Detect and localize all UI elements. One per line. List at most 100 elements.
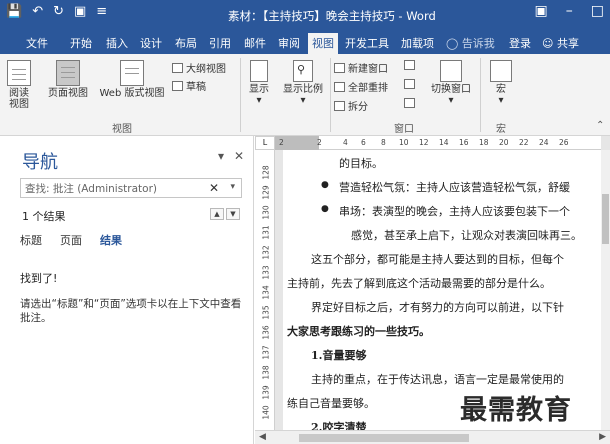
paragraph-line: 主持的重点，在于传达讯息，语言一定是最常使用的 — [311, 373, 564, 386]
navigation-pane: 导航 ▾ ✕ ✕ ▾ 1 个结果 ▲ ▼ 标题 页面 结果 找到了! 请选出“标… — [0, 136, 254, 444]
sync-scroll-button[interactable] — [404, 79, 415, 89]
ruler-tick: 10 — [399, 138, 409, 147]
tab-file[interactable]: 文件 — [26, 35, 48, 51]
search-dropdown-icon[interactable]: ▾ — [230, 182, 235, 192]
ruler-tick: 138 — [261, 365, 271, 380]
arrange-all-button[interactable]: 全部重排 — [334, 79, 388, 94]
ruler-tick: 130 — [261, 205, 271, 220]
tab-developer[interactable]: 开发工具 — [345, 35, 389, 51]
ruler-tick: 16 — [459, 138, 469, 147]
ruler-tick: 2 — [279, 138, 284, 147]
magnifier-icon: ⚲ — [293, 60, 313, 82]
window-group-label: 窗口 — [394, 124, 414, 135]
reset-window-button[interactable] — [404, 98, 415, 108]
scroll-right-icon[interactable]: ▶ — [599, 432, 606, 442]
ruler-tick: 128 — [261, 165, 271, 180]
tab-results[interactable]: 结果 — [100, 232, 122, 248]
split-icon — [334, 100, 345, 111]
print-layout-icon — [56, 60, 80, 86]
outline-button[interactable]: 大纲视图 — [172, 60, 226, 75]
horizontal-scrollbar[interactable]: ◀ ▶ — [255, 430, 610, 444]
tab-view[interactable]: 视图 — [308, 33, 338, 54]
ruler-tick: 6 — [361, 138, 366, 147]
tab-pages[interactable]: 页面 — [60, 232, 82, 248]
vertical-scrollbar[interactable] — [601, 150, 610, 430]
ruler-tick: 134 — [261, 285, 271, 300]
tellme-box[interactable]: ◯ 告诉我 — [446, 35, 495, 51]
split-button[interactable]: 拆分 — [334, 98, 368, 113]
ruler-tick: 24 — [539, 138, 549, 147]
web-layout-button[interactable]: Web 版式视图 — [96, 60, 168, 99]
scroll-thumb[interactable] — [299, 434, 469, 442]
ruler-tick: 140 — [261, 405, 271, 420]
share-button[interactable]: ☺ 共享 — [542, 35, 579, 51]
redo-icon[interactable]: ↻ — [53, 4, 64, 19]
zoom-button[interactable]: ⚲ 显示比例 ▾ — [280, 60, 326, 106]
macros-icon — [490, 60, 512, 82]
clear-search-icon[interactable]: ✕ — [209, 181, 219, 195]
chevron-down-icon: ▾ — [300, 95, 306, 106]
search-input[interactable] — [21, 179, 201, 197]
vertical-ruler[interactable]: 128 129 130 131 132 133 134 135 136 137 … — [255, 150, 275, 430]
read-mode-button[interactable]: 阅读视图 — [4, 60, 34, 110]
print-preview-icon[interactable]: ▣ — [74, 4, 86, 19]
tab-addins[interactable]: 加载项 — [401, 35, 434, 51]
undo-icon[interactable]: ↶ — [32, 4, 43, 19]
maximize-icon[interactable]: □ — [591, 3, 604, 19]
horizontal-ruler[interactable]: 2 2 4 6 8 10 12 14 16 18 20 22 24 26 — [275, 136, 601, 150]
ruler-tick: 133 — [261, 265, 271, 280]
tab-references[interactable]: 引用 — [209, 35, 231, 51]
section-heading: 1.音量要够 — [311, 349, 367, 362]
tab-layout[interactable]: 布局 — [175, 35, 197, 51]
tab-review[interactable]: 审阅 — [278, 35, 300, 51]
paragraph-line: 这五个部分，都可能是主持人要达到的目标，但每个 — [311, 253, 564, 266]
save-icon[interactable]: 💾 — [6, 4, 22, 19]
next-result-button[interactable]: ▼ — [226, 208, 240, 220]
close-icon[interactable]: ✕ — [234, 149, 244, 163]
bullet-line: 串场：表演型的晚会，主持人应该要包装下一个 — [321, 203, 570, 219]
chevron-down-icon: ▾ — [256, 95, 262, 106]
show-button[interactable]: 显示 ▾ — [246, 60, 272, 106]
quick-access-toolbar: 💾 ↶ ↻ ▣ ≡ — [6, 4, 107, 19]
tab-selector[interactable]: L — [255, 136, 275, 150]
tab-design[interactable]: 设计 — [140, 35, 162, 51]
signin-link[interactable]: 登录 — [509, 35, 531, 51]
tab-insert[interactable]: 插入 — [106, 35, 128, 51]
ruler-tick: 22 — [519, 138, 529, 147]
ruler-tick: 129 — [261, 185, 271, 200]
ruler-tick: 18 — [479, 138, 489, 147]
ribbon-display-icon[interactable]: ▣ — [535, 3, 548, 19]
sync-scroll-icon — [404, 79, 415, 89]
print-layout-button[interactable]: 页面视图 — [46, 60, 90, 99]
web-layout-icon — [120, 60, 144, 86]
tab-home[interactable]: 开始 — [70, 35, 92, 51]
tab-mailings[interactable]: 邮件 — [244, 35, 266, 51]
scroll-left-icon[interactable]: ◀ — [259, 432, 266, 442]
lightbulb-icon: ◯ — [446, 37, 459, 50]
collapse-ribbon-icon[interactable]: ⌃ — [596, 120, 604, 131]
tab-headings[interactable]: 标题 — [20, 232, 42, 248]
previous-result-button[interactable]: ▲ — [210, 208, 224, 220]
chevron-down-icon: ▾ — [448, 95, 454, 106]
view-side-by-side-button[interactable] — [404, 60, 415, 70]
new-window-button[interactable]: 新建窗口 — [334, 60, 388, 75]
side-by-side-icon — [404, 60, 415, 70]
window-controls: ▣ – □ — [535, 3, 604, 19]
switch-windows-button[interactable]: 切换窗口 ▾ — [426, 60, 476, 106]
draft-button[interactable]: 草稿 — [172, 78, 206, 93]
paragraph-line: 感觉，甚至承上启下，让观众对表演回味再三。 — [351, 229, 582, 242]
ruler-tick: 139 — [261, 385, 271, 400]
customize-icon[interactable]: ≡ — [96, 4, 107, 19]
minimize-icon[interactable]: – — [566, 3, 573, 19]
macros-button[interactable]: 宏 ▾ — [486, 60, 516, 106]
scroll-thumb[interactable] — [602, 194, 609, 244]
draft-icon — [172, 80, 183, 91]
arrange-all-icon — [334, 81, 345, 92]
ruler-tick: 8 — [381, 138, 386, 147]
nav-title: 导航 — [22, 152, 58, 173]
nav-options-icon[interactable]: ▾ — [218, 149, 224, 163]
read-mode-icon — [7, 60, 31, 86]
ruler-tick: 12 — [419, 138, 429, 147]
title-bar: 💾 ↶ ↻ ▣ ≡ 素材：【主持技巧】晚会主持技巧 - Word ▣ – □ — [0, 0, 610, 32]
macros-group-label: 宏 — [496, 124, 506, 135]
